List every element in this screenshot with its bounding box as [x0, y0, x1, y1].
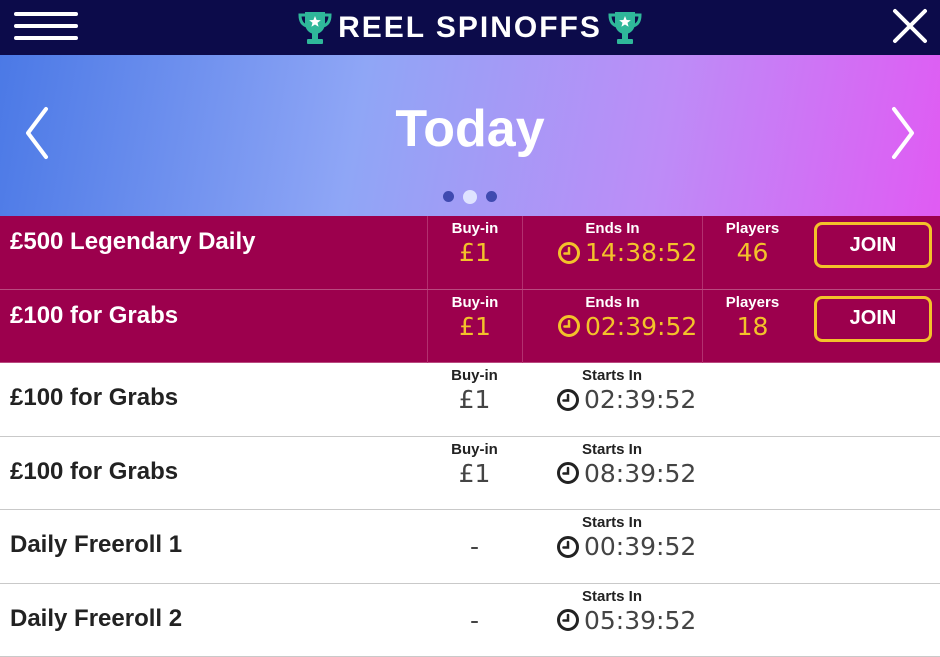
buyin-cell: Buy-in £1	[427, 290, 522, 363]
buyin-value: -	[427, 532, 522, 561]
time-cell: Starts In 00:39:52	[522, 510, 702, 583]
buyin-cell: -	[427, 510, 522, 583]
players-value: 18	[703, 312, 802, 341]
buyin-label: Buy-in	[428, 294, 522, 311]
tournament-list: £500 Legendary Daily Buy-in £1 Ends In 1…	[0, 216, 940, 657]
time-cell: Starts In 02:39:52	[522, 363, 702, 436]
players-value: 46	[703, 238, 802, 267]
chevron-right-icon[interactable]	[888, 105, 918, 161]
join-button[interactable]: JOIN	[814, 296, 932, 342]
players-cell: Players 46	[702, 216, 802, 289]
buyin-value: £1	[427, 459, 522, 488]
tournament-row[interactable]: £100 for Grabs Buy-in £1 Starts In 02:39…	[0, 363, 940, 437]
buyin-label: Buy-in	[427, 441, 522, 458]
time-value: 02:39:52	[584, 385, 696, 414]
tournament-name: £500 Legendary Daily	[10, 216, 255, 268]
tournament-name: £100 for Grabs	[10, 290, 178, 342]
day-title: Today	[0, 99, 940, 159]
trophy-icon	[608, 9, 642, 47]
trophy-icon	[298, 9, 332, 47]
tournament-name: Daily Freeroll 2	[10, 584, 182, 654]
date-banner: Today	[0, 55, 940, 216]
buyin-cell: Buy-in £1	[427, 216, 522, 289]
buyin-value: £1	[427, 385, 522, 414]
buyin-cell: Buy-in £1	[427, 363, 522, 436]
buyin-cell: -	[427, 584, 522, 657]
time-value: 02:39:52	[585, 312, 697, 341]
time-cell: Starts In 05:39:52	[522, 584, 702, 657]
time-value: 05:39:52	[584, 606, 696, 635]
time-label: Starts In	[522, 514, 702, 531]
close-icon[interactable]	[892, 8, 928, 44]
buyin-label	[427, 588, 522, 605]
page-dot-active[interactable]	[463, 190, 477, 204]
time-value: 14:38:52	[585, 238, 697, 267]
time-cell: Starts In 08:39:52	[522, 437, 702, 510]
buyin-label	[427, 514, 522, 531]
clock-icon	[557, 241, 581, 265]
buyin-label: Buy-in	[427, 367, 522, 384]
join-button[interactable]: JOIN	[814, 222, 932, 268]
top-bar: REEL SPINOFFS	[0, 0, 940, 55]
tournament-row[interactable]: £100 for Grabs Buy-in £1 Ends In 02:39:5…	[0, 290, 940, 364]
tournament-row[interactable]: £100 for Grabs Buy-in £1 Starts In 08:39…	[0, 437, 940, 511]
tournament-name: £100 for Grabs	[10, 363, 178, 433]
time-value: 00:39:52	[584, 532, 696, 561]
tournament-name: Daily Freeroll 1	[10, 510, 182, 580]
time-cell: Ends In 14:38:52	[522, 216, 702, 289]
clock-icon	[556, 461, 580, 485]
players-label: Players	[703, 220, 802, 237]
tournament-row[interactable]: £500 Legendary Daily Buy-in £1 Ends In 1…	[0, 216, 940, 290]
buyin-value: -	[427, 606, 522, 635]
clock-icon	[556, 535, 580, 559]
app-title: REEL SPINOFFS	[338, 11, 602, 45]
time-label: Starts In	[522, 441, 702, 458]
page-indicator	[0, 191, 940, 204]
time-label: Starts In	[522, 367, 702, 384]
clock-icon	[557, 314, 581, 338]
tournament-row[interactable]: Daily Freeroll 1 - Starts In 00:39:52	[0, 510, 940, 584]
time-label: Starts In	[522, 588, 702, 605]
players-cell: Players 18	[702, 290, 802, 363]
tournament-row[interactable]: Daily Freeroll 2 - Starts In 05:39:52	[0, 584, 940, 657]
clock-icon	[556, 388, 580, 412]
players-label: Players	[703, 294, 802, 311]
time-label: Ends In	[523, 294, 702, 311]
time-cell: Ends In 02:39:52	[522, 290, 702, 363]
page-dot[interactable]	[443, 191, 454, 202]
page-dot[interactable]	[486, 191, 497, 202]
time-value: 08:39:52	[584, 459, 696, 488]
buyin-cell: Buy-in £1	[427, 437, 522, 510]
buyin-label: Buy-in	[428, 220, 522, 237]
tournament-name: £100 for Grabs	[10, 437, 178, 507]
time-label: Ends In	[523, 220, 702, 237]
clock-icon	[556, 608, 580, 632]
buyin-value: £1	[428, 312, 522, 341]
brand: REEL SPINOFFS	[0, 0, 940, 55]
buyin-value: £1	[428, 238, 522, 267]
